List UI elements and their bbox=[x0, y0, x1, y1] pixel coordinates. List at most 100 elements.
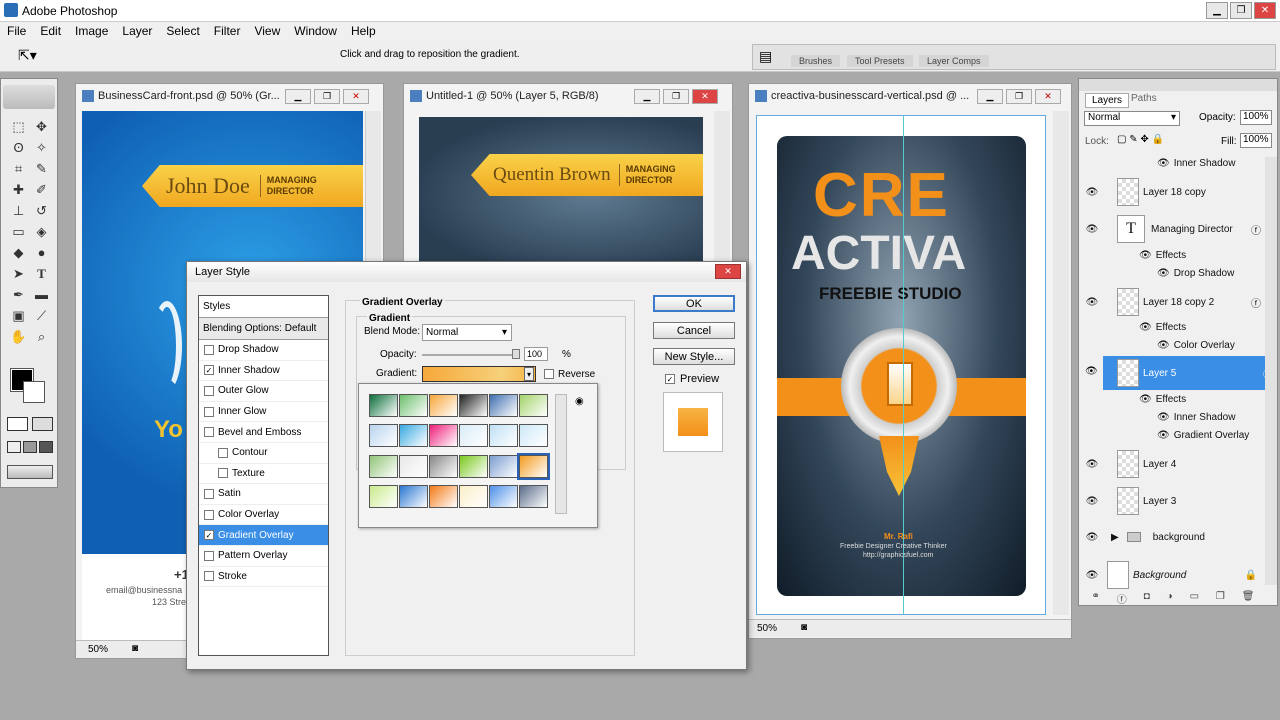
eye-icon[interactable]: 👁 bbox=[1157, 430, 1170, 441]
layer-row-managing-director[interactable]: 👁 T Managing Director ⓕ bbox=[1081, 212, 1265, 246]
slice-tool-icon[interactable]: ✎ bbox=[30, 159, 53, 178]
layer-row-layer-18-copy[interactable]: 👁 Layer 18 copy bbox=[1081, 175, 1265, 209]
gradient-swatch[interactable] bbox=[519, 484, 548, 508]
eye-icon[interactable]: 👁 bbox=[1081, 570, 1103, 581]
brush-tool-icon[interactable]: ✐ bbox=[30, 180, 53, 199]
gradient-swatch[interactable] bbox=[369, 454, 398, 478]
gradient-swatch[interactable] bbox=[519, 424, 548, 448]
history-brush-icon[interactable]: ↺ bbox=[30, 201, 53, 220]
dodge-tool-icon[interactable]: ● bbox=[30, 243, 53, 262]
opacity-slider-track[interactable] bbox=[422, 354, 516, 356]
gradient-swatch[interactable] bbox=[459, 454, 488, 478]
zoom-tool-icon[interactable]: ⌕ bbox=[30, 327, 53, 346]
path-select-icon[interactable]: ➤ bbox=[7, 264, 30, 283]
tab-paths[interactable]: Paths bbox=[1131, 93, 1157, 104]
restore-button[interactable]: ❐ bbox=[1006, 89, 1032, 104]
eye-icon[interactable]: 👁 bbox=[1139, 394, 1152, 405]
style-checkbox[interactable] bbox=[218, 468, 228, 479]
vertical-scrollbar[interactable] bbox=[714, 111, 730, 271]
style-checkbox[interactable] bbox=[218, 447, 228, 458]
style-item-gradient-overlay[interactable]: ✓ Gradient Overlay bbox=[199, 525, 328, 546]
move-tool-icon[interactable]: ⇱▾ bbox=[18, 47, 37, 64]
background-color[interactable] bbox=[23, 381, 45, 403]
opacity-input[interactable]: 100% bbox=[1240, 110, 1272, 125]
opacity-input[interactable]: 100 bbox=[524, 347, 548, 361]
eye-icon[interactable]: 👁 bbox=[1157, 412, 1170, 423]
menu-layer[interactable]: Layer bbox=[115, 24, 159, 38]
effects-row[interactable]: 👁 Effects bbox=[1081, 319, 1265, 335]
eye-icon[interactable]: 👁 bbox=[1157, 158, 1170, 169]
quick-mask-icons[interactable] bbox=[7, 417, 53, 431]
gradient-swatch[interactable] bbox=[459, 394, 488, 417]
close-button[interactable]: ✕ bbox=[343, 89, 369, 104]
tab-brushes[interactable]: Brushes bbox=[791, 55, 841, 67]
menu-window[interactable]: Window bbox=[287, 24, 344, 38]
style-item-inner-glow[interactable]: Inner Glow bbox=[199, 402, 328, 423]
gradient-swatch[interactable] bbox=[459, 424, 488, 448]
new-style-button[interactable]: New Style... bbox=[653, 348, 735, 365]
eye-icon[interactable]: 👁 bbox=[1081, 532, 1103, 543]
minimize-button[interactable]: ▁ bbox=[977, 89, 1003, 104]
layer-row-layer-5[interactable]: Layer 5ⓕ bbox=[1103, 356, 1277, 390]
gradient-swatch[interactable] bbox=[399, 394, 428, 417]
opacity-slider-thumb[interactable] bbox=[512, 349, 520, 359]
layers-scrollbar[interactable] bbox=[1265, 157, 1277, 585]
eyedropper-icon[interactable]: ⟋ bbox=[30, 306, 53, 325]
effect-row-inner-shadow[interactable]: 👁 Inner Shadow bbox=[1081, 409, 1265, 425]
notes-tool-icon[interactable]: ▣ bbox=[7, 306, 30, 325]
stamp-tool-icon[interactable]: ⊥ bbox=[7, 201, 30, 220]
minimize-button[interactable]: ▁ bbox=[1206, 2, 1228, 19]
close-button[interactable]: ✕ bbox=[692, 89, 718, 104]
gradient-swatch[interactable] bbox=[489, 394, 518, 417]
type-tool-icon[interactable]: T bbox=[30, 264, 53, 283]
expand-arrow-icon[interactable]: ▶ bbox=[1111, 532, 1119, 543]
gradient-swatch[interactable] bbox=[369, 394, 398, 417]
blend-mode-select[interactable]: Normal ▾ bbox=[422, 324, 512, 341]
gradient-swatch[interactable] bbox=[489, 424, 518, 448]
eye-icon[interactable]: 👁 bbox=[1139, 322, 1152, 333]
vertical-scrollbar[interactable] bbox=[1053, 111, 1069, 615]
menu-filter[interactable]: Filter bbox=[207, 24, 248, 38]
style-item-pattern-overlay[interactable]: Pattern Overlay bbox=[199, 546, 328, 567]
status-menu-icon[interactable]: ◙ bbox=[801, 622, 807, 633]
style-item-color-overlay[interactable]: Color Overlay bbox=[199, 505, 328, 526]
eraser-tool-icon[interactable]: ▭ bbox=[7, 222, 30, 241]
close-button[interactable]: ✕ bbox=[1035, 89, 1061, 104]
screen-mode-icons[interactable] bbox=[7, 441, 53, 453]
menu-edit[interactable]: Edit bbox=[33, 24, 68, 38]
style-item-stroke[interactable]: Stroke bbox=[199, 567, 328, 588]
jump-to-imageready-icon[interactable] bbox=[7, 465, 53, 479]
bucket-tool-icon[interactable]: ◈ bbox=[30, 222, 53, 241]
style-item-inner-shadow[interactable]: ✓ Inner Shadow bbox=[199, 361, 328, 382]
shape-tool-icon[interactable]: ▬ bbox=[30, 285, 53, 304]
gradient-swatch[interactable] bbox=[489, 484, 518, 508]
menu-image[interactable]: Image bbox=[68, 24, 115, 38]
effect-row-drop-shadow[interactable]: 👁 Drop Shadow bbox=[1081, 265, 1265, 281]
tab-layers[interactable]: Layers bbox=[1085, 93, 1130, 108]
file-browser-icon[interactable]: ▤ bbox=[759, 48, 772, 65]
style-checkbox[interactable] bbox=[204, 571, 214, 582]
eye-icon[interactable]: 👁 bbox=[1157, 340, 1170, 351]
pen-tool-icon[interactable]: ✒ bbox=[7, 285, 30, 304]
gradient-swatch[interactable] bbox=[399, 424, 428, 448]
menu-view[interactable]: View bbox=[247, 24, 287, 38]
zoom-level[interactable]: 50% bbox=[757, 623, 777, 634]
eye-icon[interactable]: 👁 bbox=[1081, 459, 1103, 470]
gradient-swatch[interactable] bbox=[459, 484, 488, 508]
style-item-texture[interactable]: Texture bbox=[199, 464, 328, 485]
style-checkbox[interactable] bbox=[204, 550, 214, 561]
canvas-untitled[interactable]: Quentin Brown MANAGING DIRECTOR bbox=[419, 117, 703, 272]
eye-icon[interactable]: 👁 bbox=[1081, 224, 1103, 235]
canvas-creactiva[interactable]: CRE ACTIVA FREEBIE STUDIO Mr. Rafi Freeb… bbox=[756, 115, 1046, 615]
minimize-button[interactable]: ▁ bbox=[634, 89, 660, 104]
close-button[interactable]: ✕ bbox=[1254, 2, 1276, 19]
restore-button[interactable]: ❐ bbox=[663, 89, 689, 104]
eye-icon[interactable]: 👁 bbox=[1081, 496, 1103, 507]
layers-footer-icons[interactable]: ⚭ ⓕ ◘ ◑ ▭ ❐ 🗑 bbox=[1083, 591, 1263, 606]
gradient-swatch[interactable] bbox=[489, 454, 518, 478]
restore-button[interactable]: ❐ bbox=[1230, 2, 1252, 19]
style-checkbox[interactable] bbox=[204, 509, 214, 520]
style-item-outer-glow[interactable]: Outer Glow bbox=[199, 381, 328, 402]
eye-icon[interactable]: 👁 bbox=[1081, 187, 1103, 198]
preview-checkbox[interactable]: ✓ bbox=[665, 374, 675, 384]
